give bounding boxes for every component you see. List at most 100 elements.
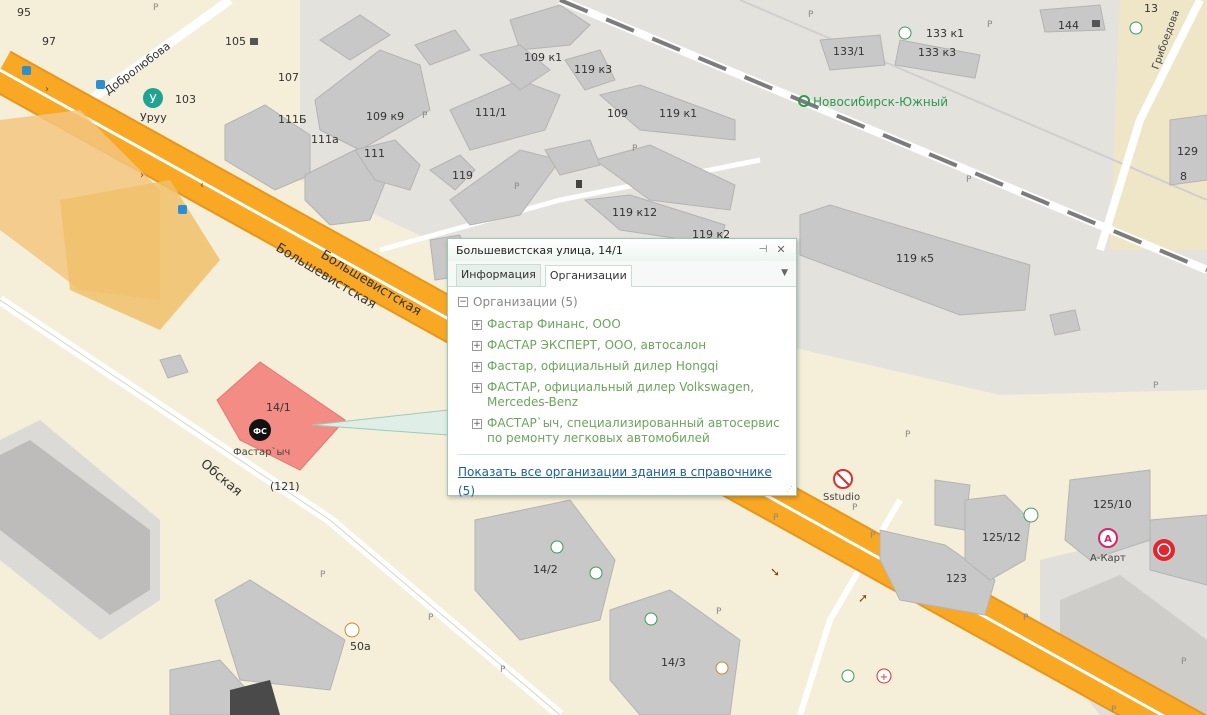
parking-marker: P xyxy=(422,111,428,121)
parking-marker: P xyxy=(905,430,911,440)
building-label: 105 xyxy=(225,35,246,48)
fastar-ych-poi-glyph: ФС xyxy=(253,427,267,436)
expand-icon[interactable]: + xyxy=(472,383,482,393)
direction-arrow-icon: ‹ xyxy=(200,180,204,191)
pharmacy-cross-icon: + xyxy=(880,672,888,683)
building-label: 14/1 xyxy=(266,401,291,414)
expand-icon[interactable]: + xyxy=(472,320,482,330)
direction-arrow-icon: › xyxy=(45,84,49,95)
show-all-organizations-count: (5) xyxy=(458,484,475,498)
shop-icon[interactable] xyxy=(644,612,658,626)
building-label: 95 xyxy=(17,6,31,19)
tab-information[interactable]: Информация xyxy=(456,264,541,286)
expand-icon[interactable]: + xyxy=(472,341,482,351)
parking-marker: P xyxy=(1181,657,1187,667)
close-icon[interactable]: ✕ xyxy=(774,243,788,257)
building-label: 119 к12 xyxy=(612,206,657,219)
landmark-icon xyxy=(250,38,258,45)
parking-marker: P xyxy=(773,513,779,523)
pin-icon[interactable]: ⊣ xyxy=(756,243,770,257)
parking-marker: P xyxy=(716,607,722,617)
parking-marker: P xyxy=(1153,381,1159,391)
clothing-icon[interactable] xyxy=(1023,507,1039,523)
parking-marker: P xyxy=(987,20,993,30)
popup-body: − Организации (5) + Фастар Финанс, ООО +… xyxy=(448,287,796,499)
building-label: 129 xyxy=(1177,145,1198,158)
building-label: 133/1 xyxy=(833,45,865,58)
bus-stop-icon[interactable] xyxy=(22,66,31,75)
expand-icon[interactable]: + xyxy=(472,419,482,429)
a-kart-poi-glyph: А xyxy=(1104,534,1112,545)
building-label: 111а xyxy=(311,133,339,146)
parking-marker: P xyxy=(320,570,326,580)
org-name[interactable]: ФАСТАР ЭКСПЕРТ, ООО, автосалон xyxy=(487,338,706,353)
building-label: 107 xyxy=(278,71,299,84)
building-label: 119 xyxy=(452,169,473,182)
building-label: 133 к1 xyxy=(926,27,964,40)
building-label: 13 xyxy=(1144,2,1158,15)
poi-label-fastar-ych[interactable]: Фастар`ыч xyxy=(233,446,290,458)
building-label: 123 xyxy=(946,572,967,585)
building-label: 14/3 xyxy=(661,656,686,669)
restaurant-icon[interactable] xyxy=(1129,21,1143,35)
building-label: 50а xyxy=(350,640,371,653)
popup-divider xyxy=(458,454,786,455)
organizations-group-count: (5) xyxy=(560,295,578,309)
direction-arrow-icon: › xyxy=(140,170,144,181)
tabs-spacer xyxy=(636,264,781,286)
cafe-icon[interactable] xyxy=(344,622,360,638)
poi-label-a-kart[interactable]: А-Карт xyxy=(1090,553,1126,564)
bus-stop-icon[interactable] xyxy=(178,205,187,214)
org-name[interactable]: Фастар, официальный дилер Hongqi xyxy=(487,359,718,374)
organizations-group-label: Организации xyxy=(473,295,557,309)
organizations-group-toggle[interactable]: − Организации (5) xyxy=(458,295,786,309)
building-label: 111 xyxy=(364,147,385,160)
expand-icon[interactable]: + xyxy=(472,362,482,372)
restaurant-icon[interactable] xyxy=(550,540,564,554)
org-name[interactable]: Фастар Финанс, ООО xyxy=(487,317,621,332)
building-label: 119 к3 xyxy=(574,63,612,76)
restaurant-icon[interactable] xyxy=(898,26,912,40)
org-item[interactable]: + ФАСТАР ЭКСПЕРТ, ООО, автосалон xyxy=(472,338,786,353)
collapse-icon[interactable]: − xyxy=(458,297,468,307)
org-name[interactable]: ФАСТАР, официальный дилер Volkswagen, Me… xyxy=(487,380,786,410)
building-info-popup: Большевистская улица, 14/1 ⊣ ✕ Информаци… xyxy=(447,238,797,499)
cafe-icon[interactable] xyxy=(715,661,729,675)
station-label[interactable]: Новосибирск-Южный xyxy=(813,95,948,109)
resize-handle-icon[interactable]: ⋰ xyxy=(786,485,794,493)
fuel-icon[interactable] xyxy=(576,180,582,188)
direction-arrow-icon: ➚ xyxy=(858,591,868,605)
org-item[interactable]: + ФАСТАР`ыч, специализированный автосерв… xyxy=(472,416,786,446)
building-label: 119 к5 xyxy=(896,252,934,265)
parking-marker: P xyxy=(966,175,972,185)
parking-marker: P xyxy=(428,613,434,623)
org-item[interactable]: + Фастар, официальный дилер Hongqi xyxy=(472,359,786,374)
building-label: 111/1 xyxy=(475,106,507,119)
tab-menu-chevron-icon[interactable]: ▼ xyxy=(781,264,788,286)
org-item[interactable]: + ФАСТАР, официальный дилер Volkswagen, … xyxy=(472,380,786,410)
sport-club-poi-icon[interactable] xyxy=(1153,539,1175,561)
popup-header: Большевистская улица, 14/1 ⊣ ✕ xyxy=(448,239,796,261)
direction-arrow-icon: ➘ xyxy=(770,565,780,579)
org-name[interactable]: ФАСТАР`ыч, специализированный автосервис… xyxy=(487,416,786,446)
building-label: 111Б xyxy=(278,113,307,126)
org-item[interactable]: + Фастар Финанс, ООО xyxy=(472,317,786,332)
poi-label-sstudio[interactable]: Sstudio xyxy=(823,492,860,503)
landmark-icon xyxy=(1092,20,1100,27)
building-label: (121) xyxy=(270,480,300,493)
building-label: 109 xyxy=(607,107,628,120)
uruu-poi-glyph: У xyxy=(149,92,157,106)
popup-footer: Показать все организации здания в справо… xyxy=(458,461,786,499)
restaurant-icon[interactable] xyxy=(589,566,603,580)
building-label: 8 xyxy=(1180,170,1187,183)
parking-marker: P xyxy=(870,531,876,541)
show-all-organizations-link[interactable]: Показать все организации здания в справо… xyxy=(458,465,772,479)
restaurant-icon[interactable] xyxy=(841,669,855,683)
building-label: 133 к3 xyxy=(918,46,956,59)
bus-stop-icon[interactable] xyxy=(96,80,105,89)
building-label: 14/2 xyxy=(533,563,558,576)
parking-marker: P xyxy=(514,182,520,192)
tab-organizations[interactable]: Организации xyxy=(544,265,632,287)
building-label: 103 xyxy=(175,93,196,106)
poi-label-uruu[interactable]: Уруу xyxy=(140,111,167,124)
